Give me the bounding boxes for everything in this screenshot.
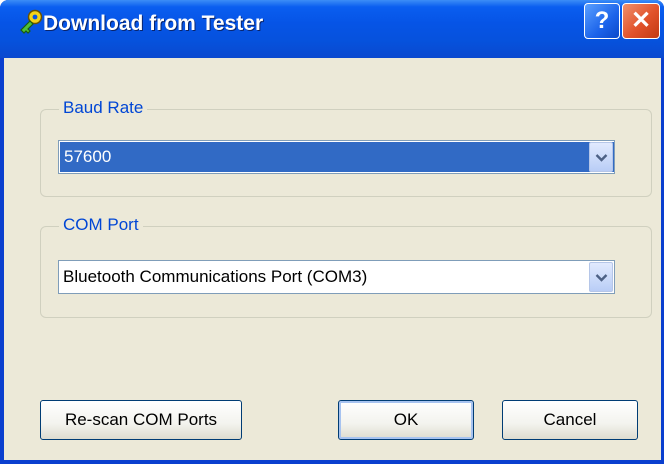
window-title: Download from Tester: [43, 12, 264, 35]
cancel-button[interactable]: Cancel: [502, 400, 638, 440]
chevron-down-icon: [595, 274, 608, 282]
baud-rate-label: Baud Rate: [59, 98, 148, 118]
rescan-com-ports-button[interactable]: Re-scan COM Ports: [40, 400, 242, 440]
close-button[interactable]: ✕: [622, 3, 660, 39]
com-port-value: Bluetooth Communications Port (COM3): [63, 267, 368, 286]
title-bar[interactable]: Download from Tester ? ✕: [0, 0, 664, 58]
com-port-dropdown-button[interactable]: [589, 262, 613, 292]
com-port-select[interactable]: Bluetooth Communications Port (COM3): [58, 260, 615, 294]
ok-button[interactable]: OK: [338, 400, 474, 440]
close-icon: ✕: [630, 7, 652, 34]
baud-rate-dropdown-button[interactable]: [589, 142, 613, 172]
help-icon: ?: [594, 7, 610, 34]
key-icon: [20, 9, 43, 34]
com-port-label: COM Port: [59, 215, 143, 235]
baud-rate-select[interactable]: 57600: [58, 140, 615, 174]
chevron-down-icon: [595, 154, 608, 162]
help-button[interactable]: ?: [584, 3, 620, 39]
baud-rate-value: 57600: [60, 142, 614, 172]
